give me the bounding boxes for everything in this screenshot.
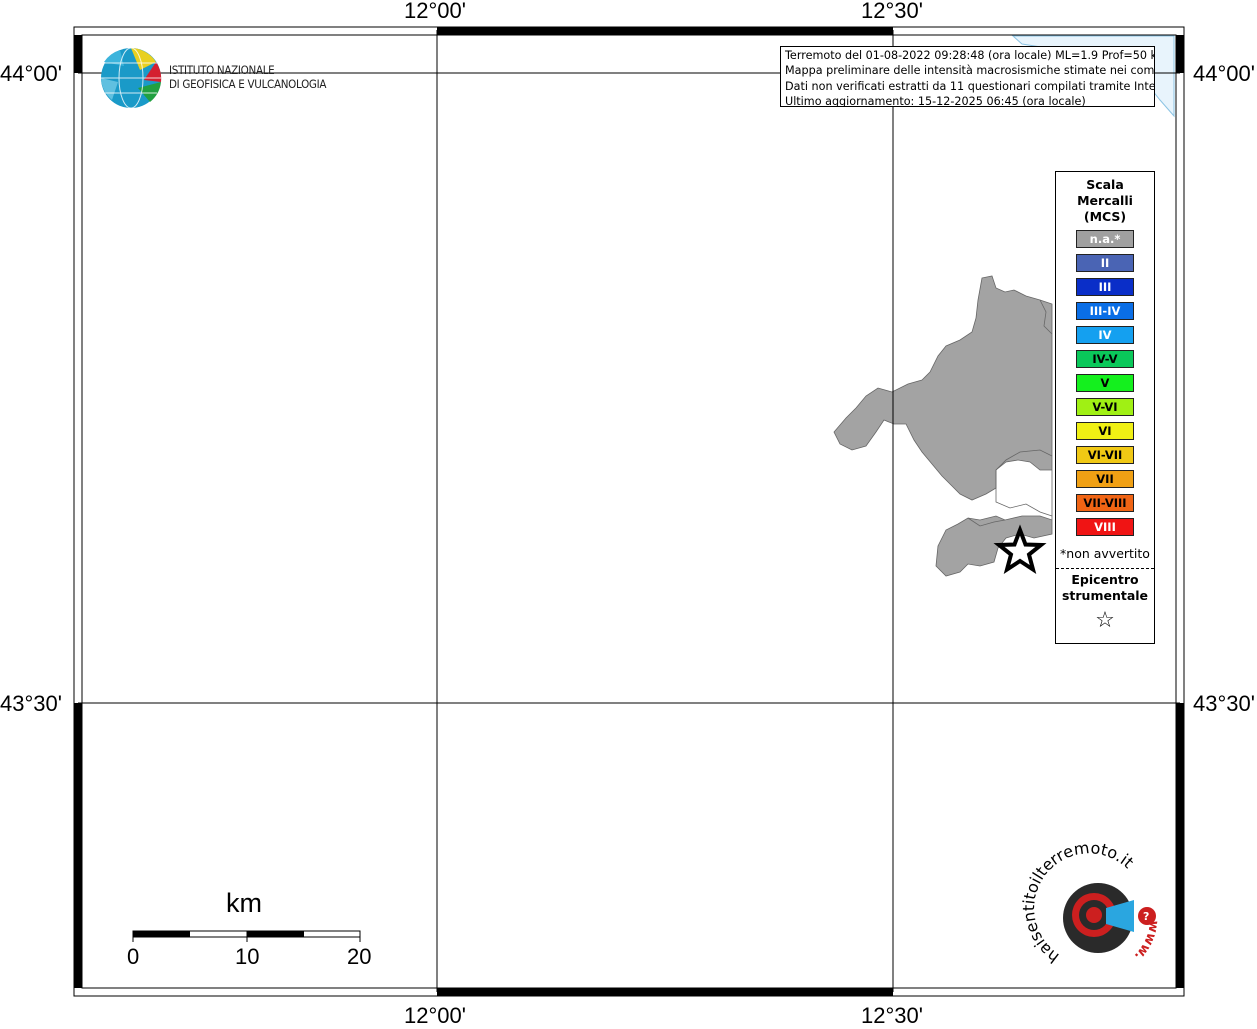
scale-bar-title: km bbox=[226, 888, 262, 918]
map-frame bbox=[73, 26, 1185, 997]
ingv-logo bbox=[101, 47, 162, 109]
legend-title: Scala Mercalli (MCS) bbox=[1056, 177, 1154, 225]
legend-title-line3: (MCS) bbox=[1083, 209, 1127, 224]
lat-label-right-bottom: 43°30' bbox=[1193, 691, 1255, 716]
legend-swatch: III bbox=[1076, 278, 1134, 296]
legend-swatch: VII-VIII bbox=[1076, 494, 1134, 512]
lat-label-right-top: 44°00' bbox=[1193, 61, 1255, 86]
lat-label-left-top: 44°00' bbox=[0, 61, 62, 86]
scale-bar bbox=[132, 930, 361, 942]
legend-swatch: III-IV bbox=[1076, 302, 1134, 320]
legend-swatch: VII bbox=[1076, 470, 1134, 488]
lon-label-bottom-right: 12°30' bbox=[861, 1003, 923, 1028]
legend-epicenter-star-icon: ☆ bbox=[1095, 608, 1115, 633]
legend-swatch: II bbox=[1076, 254, 1134, 272]
info-line-2: Mappa preliminare delle intensità macros… bbox=[785, 64, 1155, 78]
legend-swatch: IV-V bbox=[1076, 350, 1134, 368]
institute-name-line2: DI GEOFISICA E VULCANOLOGIA bbox=[169, 77, 327, 91]
legend-swatch: IV bbox=[1076, 326, 1134, 344]
legend-epicenter-line2: strumentale bbox=[1061, 588, 1149, 603]
legend-separator bbox=[1056, 568, 1154, 569]
legend-swatch: VI-VII bbox=[1076, 446, 1134, 464]
earthquake-info-box: Terremoto del 01-08-2022 09:28:48 (ora l… bbox=[780, 46, 1155, 107]
legend-title-line1: Scala bbox=[1086, 177, 1124, 192]
legend-swatch: V bbox=[1076, 374, 1134, 392]
legend-epicenter-label: Epicentro strumentale bbox=[1056, 572, 1154, 604]
scale-bar-tick-10: 10 bbox=[235, 944, 260, 969]
legend-epicenter-line1: Epicentro bbox=[1071, 572, 1139, 587]
legend-swatch: VIII bbox=[1076, 518, 1134, 536]
legend-title-line2: Mercalli bbox=[1077, 193, 1133, 208]
info-line-3: Dati non verificati estratti da 11 quest… bbox=[785, 79, 1155, 93]
intensity-legend: Scala Mercalli (MCS) n.a.* II III III-IV IV I… bbox=[1055, 171, 1155, 644]
scale-bar-tick-0: 0 bbox=[127, 944, 140, 969]
lon-label-top-left: 12°00' bbox=[404, 0, 466, 23]
lon-label-bottom-left: 12°00' bbox=[404, 1003, 466, 1028]
lat-label-left-bottom: 43°30' bbox=[0, 691, 62, 716]
legend-note: *non avvertito bbox=[1060, 546, 1150, 561]
legend-swatch: VI bbox=[1076, 422, 1134, 440]
info-line-4: Ultimo aggiornamento: 15-12-2025 06:45 (… bbox=[785, 94, 1086, 107]
lon-label-top-right: 12°30' bbox=[861, 0, 923, 23]
haisentito-logo: ? haisentitoilterremoto.it www. bbox=[1019, 838, 1161, 967]
info-line-1: Terremoto del 01-08-2022 09:28:48 (ora l… bbox=[785, 49, 1155, 62]
municipality-border bbox=[995, 470, 1053, 517]
legend-swatch: V-VI bbox=[1076, 398, 1134, 416]
graticule bbox=[78, 30, 1180, 992]
scale-bar-tick-20: 20 bbox=[347, 944, 372, 969]
legend-swatch: n.a.* bbox=[1076, 230, 1134, 248]
institute-name-line1: ISTITUTO NAZIONALE bbox=[169, 63, 275, 77]
